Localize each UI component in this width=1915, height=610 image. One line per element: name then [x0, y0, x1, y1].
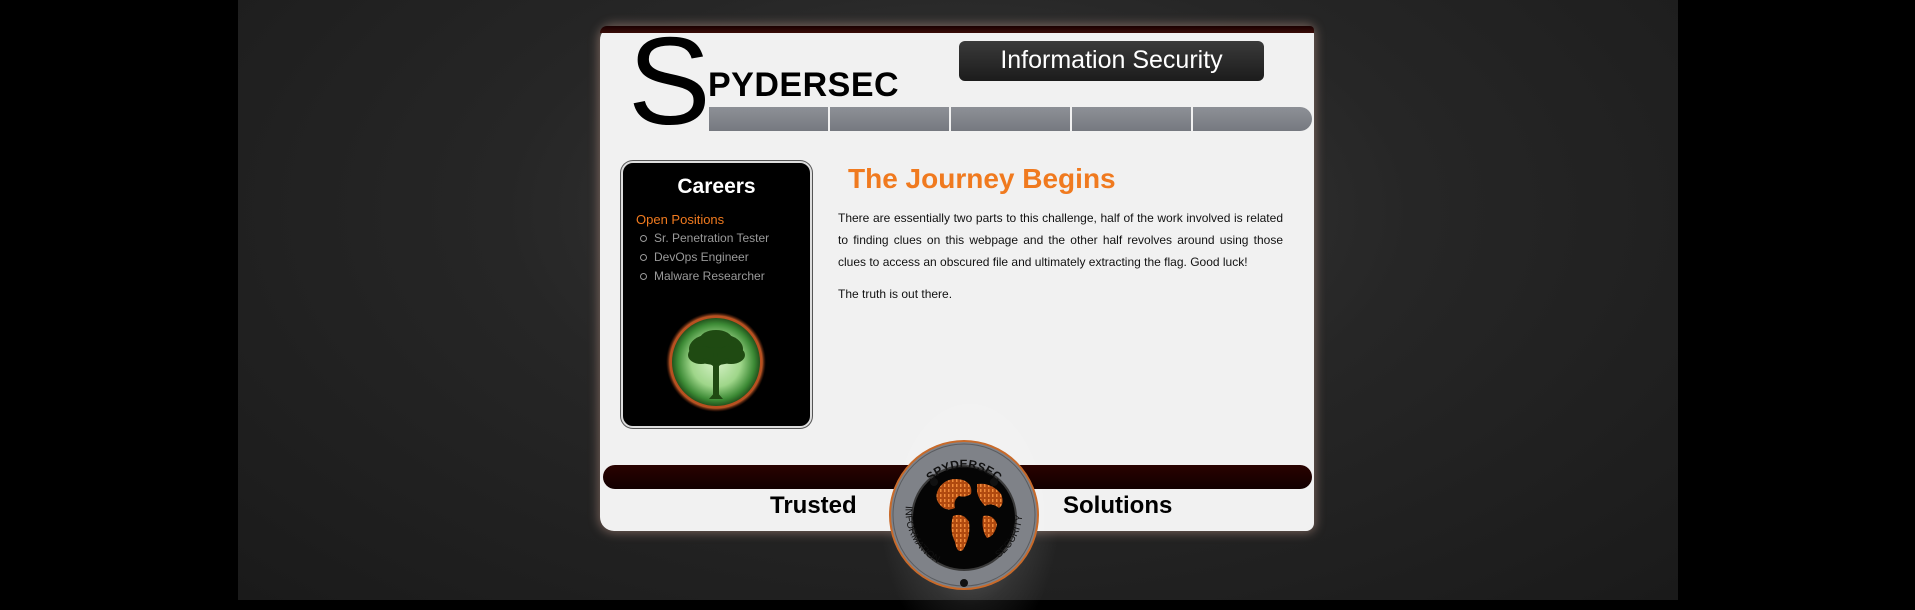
- position-item[interactable]: Malware Researcher: [637, 267, 769, 286]
- page-title: The Journey Begins: [848, 163, 1116, 194]
- open-positions-heading: Open Positions: [636, 212, 725, 227]
- position-item[interactable]: DevOps Engineer: [637, 248, 769, 267]
- nav-bar: [709, 107, 1312, 131]
- position-item[interactable]: Sr. Penetration Tester: [637, 229, 769, 248]
- positions-list: Sr. Penetration Tester DevOps Engineer M…: [637, 229, 769, 286]
- tagline-banner: Information Security: [959, 41, 1264, 81]
- footer-trusted-text: Trusted: [770, 492, 857, 519]
- nav-item-3[interactable]: [951, 107, 1070, 131]
- nav-item-2[interactable]: [830, 107, 949, 131]
- truth-paragraph: The truth is out there.: [838, 287, 953, 301]
- sidebar-title: Careers: [677, 175, 756, 198]
- globe-badge-icon: SPYDERSEC INFORMATION SECURITY: [889, 440, 1039, 590]
- careers-sidebar: Careers Open Positions Sr. Penetration T…: [621, 161, 812, 428]
- footer-solutions-text: Solutions: [1063, 492, 1173, 519]
- nav-item-1[interactable]: [709, 107, 828, 131]
- logo-initial: S: [628, 13, 711, 151]
- nav-item-5[interactable]: [1193, 107, 1312, 131]
- tree-icon: [666, 312, 766, 412]
- nav-item-4[interactable]: [1072, 107, 1191, 131]
- intro-paragraph: There are essentially two parts to this …: [838, 211, 1283, 269]
- logo-text: PYDERSEC: [708, 66, 900, 104]
